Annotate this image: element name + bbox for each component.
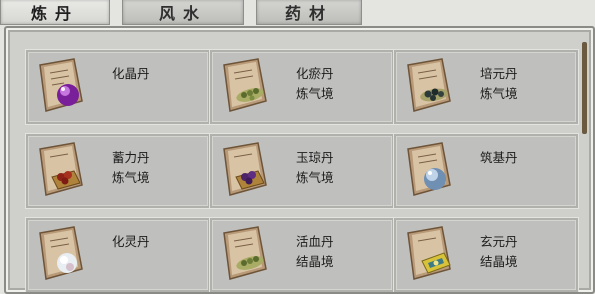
blue-orb-icon bbox=[402, 139, 458, 199]
recipe-realm: 炼气境 bbox=[296, 170, 334, 185]
recipe-realm: 结晶境 bbox=[480, 254, 518, 269]
scrollbar-thumb[interactable] bbox=[582, 42, 587, 134]
recipe-card[interactable]: 蓄力丹 炼气境 bbox=[26, 134, 210, 208]
tab-herbs[interactable]: 药材 bbox=[256, 0, 362, 25]
recipe-realm: 炼气境 bbox=[112, 170, 150, 185]
tab-bar: 炼丹 风水 药材 bbox=[0, 0, 595, 26]
recipe-realm: 结晶境 bbox=[296, 254, 334, 269]
recipe-name: 活血丹 bbox=[296, 234, 334, 249]
tab-fengshui[interactable]: 风水 bbox=[122, 0, 244, 25]
green-herb-icon bbox=[218, 55, 274, 115]
recipe-realm: 炼气境 bbox=[480, 86, 518, 101]
recipe-name: 化瘀丹 bbox=[296, 66, 334, 81]
scrollbar[interactable] bbox=[582, 42, 587, 286]
recipe-card[interactable]: 筑基丹 bbox=[394, 134, 578, 208]
recipe-card[interactable]: 玄元丹 结晶境 bbox=[394, 218, 578, 292]
recipe-card[interactable]: 化灵丹 bbox=[26, 218, 210, 292]
dark-berries-icon bbox=[402, 55, 458, 115]
gold-talisman-icon bbox=[402, 223, 458, 283]
white-orb-icon bbox=[34, 223, 90, 283]
recipe-name: 蓄力丹 bbox=[112, 150, 150, 165]
recipe-name: 玉琼丹 bbox=[296, 150, 334, 165]
recipe-name: 化晶丹 bbox=[112, 66, 150, 81]
green-herb-icon bbox=[218, 223, 274, 283]
recipe-panel: 化晶丹 化瘀丹 炼气境 培元丹 炼气境 蓄力丹 炼气境 玉琼丹 炼气境 筑基丹 … bbox=[4, 26, 595, 294]
recipe-card[interactable]: 化瘀丹 炼气境 bbox=[210, 50, 394, 124]
recipe-name: 培元丹 bbox=[480, 66, 518, 81]
purple-orb-icon bbox=[34, 55, 90, 115]
tab-alchemy[interactable]: 炼丹 bbox=[0, 0, 110, 25]
recipe-name: 化灵丹 bbox=[112, 234, 150, 249]
recipe-card[interactable]: 活血丹 结晶境 bbox=[210, 218, 394, 292]
recipe-list: 化晶丹 化瘀丹 炼气境 培元丹 炼气境 蓄力丹 炼气境 玉琼丹 炼气境 筑基丹 … bbox=[12, 42, 582, 292]
purple-fruit-box-icon bbox=[218, 139, 274, 199]
recipe-card[interactable]: 化晶丹 bbox=[26, 50, 210, 124]
red-fruit-box-icon bbox=[34, 139, 90, 199]
recipe-card[interactable]: 培元丹 炼气境 bbox=[394, 50, 578, 124]
recipe-name: 玄元丹 bbox=[480, 234, 518, 249]
recipe-card[interactable]: 玉琼丹 炼气境 bbox=[210, 134, 394, 208]
recipe-realm: 炼气境 bbox=[296, 86, 334, 101]
recipe-name: 筑基丹 bbox=[480, 150, 518, 165]
